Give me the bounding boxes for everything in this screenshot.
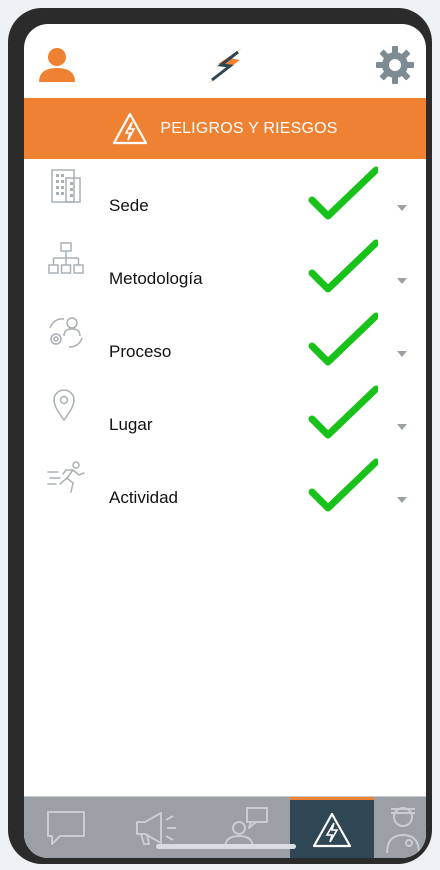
warning-triangle-icon	[312, 812, 352, 847]
warning-triangle-icon	[113, 112, 148, 144]
row-sede[interactable]: Sede	[24, 166, 426, 238]
chevron-down-icon[interactable]	[397, 496, 407, 504]
nav-medical[interactable]	[380, 797, 426, 858]
checkmark-icon	[308, 312, 378, 366]
nav-chat[interactable]	[24, 797, 108, 858]
location-pin-icon	[53, 389, 75, 422]
row-label-proceso: Proceso	[109, 342, 172, 361]
chevron-down-icon[interactable]	[397, 204, 407, 212]
settings-gear-icon[interactable]	[374, 44, 416, 86]
row-lugar[interactable]: Lugar	[24, 385, 426, 457]
row-label-metodologia: Metodología	[109, 269, 203, 288]
chat-bubble-icon	[47, 811, 85, 845]
doctor-icon	[386, 807, 420, 853]
nav-hazards[interactable]	[290, 797, 374, 858]
megaphone-icon	[136, 812, 176, 845]
section-banner: PELIGROS Y RIESGOS	[24, 98, 426, 159]
building-icon	[51, 169, 81, 203]
checkmark-icon	[308, 385, 378, 439]
chevron-down-icon[interactable]	[397, 350, 407, 358]
row-metodologia[interactable]: Metodología	[24, 239, 426, 311]
home-indicator[interactable]	[156, 844, 296, 849]
row-label-lugar: Lugar	[109, 415, 153, 434]
chevron-down-icon[interactable]	[397, 423, 407, 431]
banner-title: PELIGROS Y RIESGOS	[160, 119, 338, 137]
checkmark-icon	[308, 458, 378, 512]
app-screen: PELIGROS Y RIESGOS Sede Metodología Proc…	[24, 24, 426, 858]
app-logo-icon	[208, 48, 242, 84]
process-cycle-icon	[49, 317, 83, 348]
top-bar	[24, 24, 426, 98]
row-label-sede: Sede	[109, 196, 149, 215]
checkmark-icon	[308, 239, 378, 293]
chevron-down-icon[interactable]	[397, 277, 407, 285]
hierarchy-icon	[48, 242, 84, 274]
row-label-actividad: Actividad	[109, 488, 178, 507]
row-proceso[interactable]: Proceso	[24, 312, 426, 384]
row-actividad[interactable]: Actividad	[24, 458, 426, 530]
running-person-icon	[47, 461, 85, 493]
checkmark-icon	[308, 166, 378, 220]
user-profile-icon[interactable]	[36, 44, 78, 86]
